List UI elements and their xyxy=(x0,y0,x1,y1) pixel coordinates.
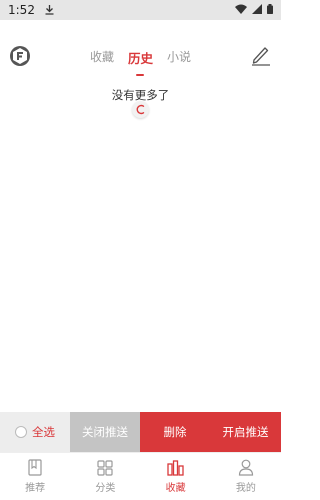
download-icon xyxy=(45,5,54,15)
bookshelf-icon xyxy=(167,459,184,476)
select-all-button[interactable]: 全选 xyxy=(0,412,70,452)
close-push-button[interactable]: 关闭推送 xyxy=(70,412,140,452)
nav-category-label: 分类 xyxy=(95,482,116,494)
status-bar: 1:52 xyxy=(0,0,281,20)
tab-novels[interactable]: 小说 xyxy=(167,48,191,67)
bottom-nav: 推荐 分类 收藏 我的 xyxy=(0,452,281,500)
nav-recommend[interactable]: 推荐 xyxy=(0,453,70,500)
status-time: 1:52 xyxy=(8,3,35,17)
tab-favorites[interactable]: 收藏 xyxy=(90,48,114,67)
nav-category[interactable]: 分类 xyxy=(70,453,140,500)
wifi-icon xyxy=(235,3,247,17)
nav-favorites-label: 收藏 xyxy=(165,482,186,494)
nav-profile[interactable]: 我的 xyxy=(211,453,281,500)
delete-button[interactable]: 删除 xyxy=(140,412,210,452)
book-icon xyxy=(27,459,43,476)
battery-icon xyxy=(267,3,273,17)
tab-history[interactable]: 历史 xyxy=(128,48,153,67)
profile-icon xyxy=(238,459,254,476)
edit-icon[interactable] xyxy=(251,44,271,66)
select-all-radio-icon[interactable] xyxy=(15,426,27,438)
nav-favorites[interactable]: 收藏 xyxy=(141,453,211,500)
open-push-button[interactable]: 开启推送 xyxy=(210,412,281,452)
nav-profile-label: 我的 xyxy=(235,483,256,494)
header: 收藏 历史 小说 xyxy=(0,20,281,76)
signal-icon xyxy=(252,3,262,17)
grid-icon xyxy=(97,459,113,476)
loading-spinner-icon xyxy=(132,101,149,118)
select-all-label: 全选 xyxy=(32,425,55,439)
tab-bar: 收藏 历史 小说 xyxy=(0,48,281,67)
action-bar: 全选 关闭推送 删除 开启推送 xyxy=(0,412,281,452)
nav-recommend-label: 推荐 xyxy=(25,483,46,494)
